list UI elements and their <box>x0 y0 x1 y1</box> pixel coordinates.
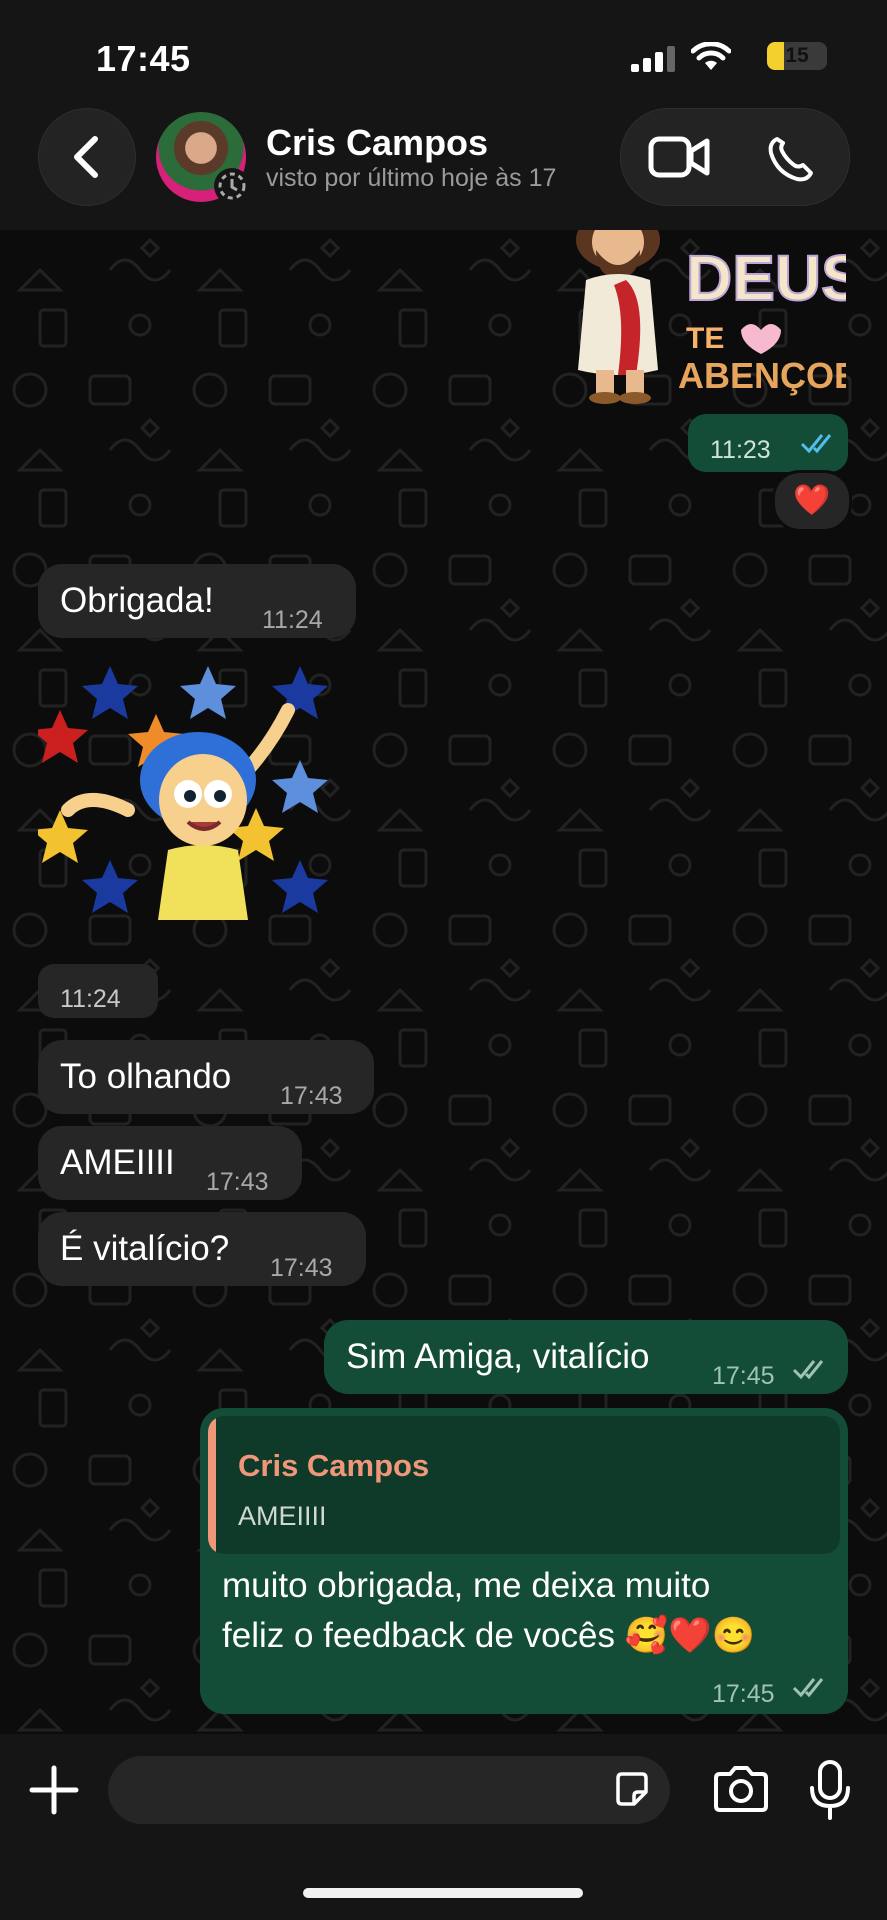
chat-header: Cris Campos visto por último hoje às 17 <box>0 100 887 230</box>
message-text: To olhando <box>60 1057 232 1096</box>
quoted-author: Cris Campos <box>238 1448 430 1483</box>
plus-icon <box>29 1765 79 1815</box>
battery-icon: 15 <box>767 42 827 70</box>
quoted-text: AMEIIII <box>238 1501 327 1531</box>
jesus-blessing-sticker[interactable]: DEUS TE ABENÇOE! <box>556 210 870 410</box>
heart-icon <box>741 324 781 354</box>
message-time: 11:24 <box>262 606 323 634</box>
sticker-text-deus: DEUS <box>686 242 846 314</box>
jesus-illustration: DEUS TE ABENÇOE! <box>576 210 870 404</box>
message-text-line-2: feliz o feedback de vocês 🥰❤️😊 <box>222 1616 756 1655</box>
call-buttons <box>620 108 850 206</box>
camera-icon <box>714 1766 768 1812</box>
read-receipt-icon <box>800 434 832 454</box>
quote-accent-bar <box>208 1416 216 1554</box>
message-time: 11:23 <box>710 436 771 464</box>
incoming-message[interactable]: É vitalício? 17:43 <box>38 1212 366 1286</box>
sticker-timestamp-badge: 11:23 <box>688 414 848 472</box>
sticker-text-te: TE <box>686 322 724 355</box>
battery-level: 15 <box>785 44 809 67</box>
video-call-button[interactable] <box>621 109 735 205</box>
incoming-message[interactable]: To olhando 17:43 <box>38 1040 374 1114</box>
phone-icon <box>768 137 813 182</box>
incoming-message[interactable]: AMEIIII 17:43 <box>38 1126 302 1200</box>
message-time: 17:45 <box>712 1362 775 1390</box>
video-call-icon <box>648 136 710 178</box>
message-time: 17:43 <box>280 1082 343 1110</box>
message-text: Obrigada! <box>60 581 214 620</box>
message-input[interactable] <box>108 1756 670 1824</box>
cellular-signal-icon <box>631 46 675 72</box>
inside-out-joy-sticker[interactable] <box>32 660 338 960</box>
microphone-icon <box>810 1760 850 1820</box>
outgoing-message[interactable]: Sim Amiga, vitalício 17:45 <box>324 1320 848 1394</box>
sticker-button[interactable] <box>610 1768 654 1812</box>
delivered-receipt-icon <box>792 1678 824 1698</box>
back-button[interactable] <box>38 108 136 206</box>
status-bar: 17:45 15 <box>0 0 887 110</box>
message-text: Sim Amiga, vitalício <box>346 1337 650 1376</box>
quoted-message[interactable]: Cris Campos AMEIIII <box>208 1416 840 1554</box>
message-time: 17:43 <box>206 1168 269 1196</box>
wifi-icon <box>691 42 731 70</box>
last-seen-status: visto por último hoje às 17 <box>266 164 557 192</box>
back-chevron-icon <box>74 136 98 178</box>
attach-button[interactable] <box>22 1758 86 1822</box>
status-icons: 15 <box>607 40 827 76</box>
sticker-text-abencoe: ABENÇOE! <box>678 355 846 396</box>
delivered-receipt-icon <box>792 1360 824 1380</box>
message-text: É vitalício? <box>60 1229 230 1268</box>
incoming-message[interactable]: Obrigada! 11:24 <box>38 564 356 638</box>
message-text: AMEIIII <box>60 1143 175 1182</box>
contact-name[interactable]: Cris Campos <box>266 122 488 164</box>
message-time: 17:45 <box>712 1680 775 1708</box>
message-text-line-1: muito obrigada, me deixa muito <box>222 1566 711 1605</box>
camera-button[interactable] <box>708 1760 774 1820</box>
home-indicator <box>303 1888 583 1898</box>
sticker-timestamp-badge: 11:24 <box>38 964 158 1018</box>
message-reaction[interactable]: ❤️ <box>772 470 852 532</box>
joy-illustration <box>32 666 328 920</box>
message-time: 11:24 <box>60 985 121 1013</box>
message-time: 17:43 <box>270 1254 333 1282</box>
voice-message-button[interactable] <box>800 1756 860 1824</box>
sticker-icon <box>616 1772 648 1806</box>
status-time: 17:45 <box>96 38 191 79</box>
outgoing-reply-message[interactable]: Cris Campos AMEIIII muito obrigada, me d… <box>200 1408 848 1714</box>
voice-call-button[interactable] <box>735 109 849 205</box>
status-ring-icon <box>214 168 250 204</box>
